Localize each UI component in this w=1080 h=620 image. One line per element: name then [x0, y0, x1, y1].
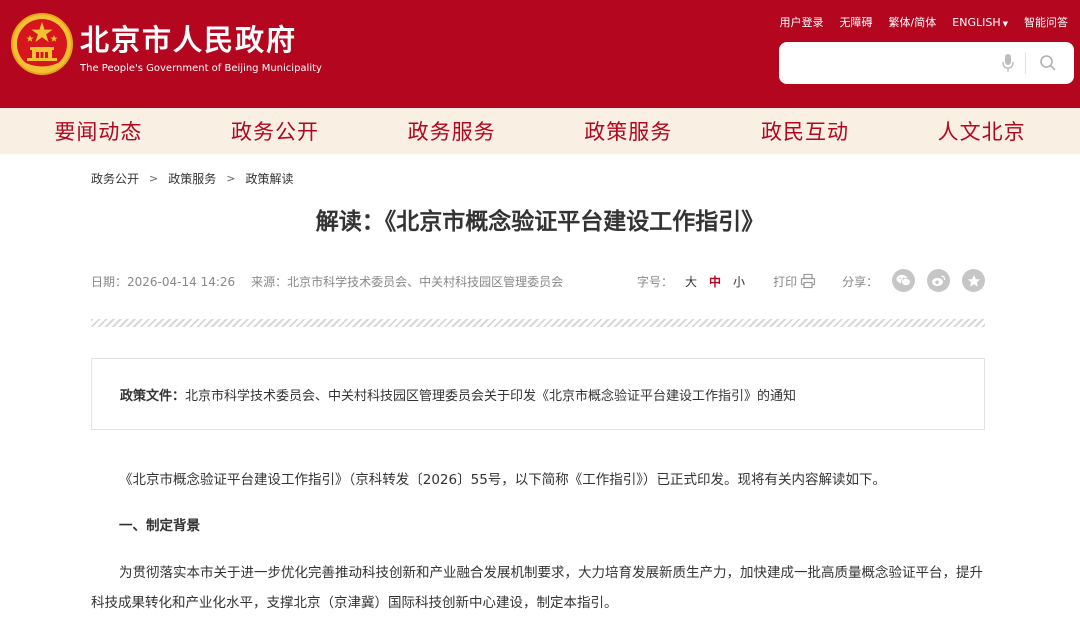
printer-icon [800, 273, 816, 289]
policy-document-label: 政策文件： [120, 388, 186, 404]
caret-down-icon: ▼ [1002, 19, 1008, 28]
font-size-label: 字号： [637, 274, 674, 289]
policy-document-link[interactable]: 北京市科学技术委员会、中关村科技园区管理委员会关于印发《北京市概念验证平台建设工… [185, 385, 796, 404]
decorative-divider [91, 319, 985, 327]
breadcrumb-separator: > [149, 171, 159, 185]
national-emblem-icon[interactable] [10, 12, 74, 76]
source-label: 来源： [251, 274, 288, 289]
breadcrumb-item-policy-services[interactable]: 政策服务 [168, 170, 216, 187]
font-size-control: 字号： 大 中 小 打印 分享： [637, 272, 878, 290]
print-label: 打印 [773, 274, 798, 289]
english-link[interactable]: ENGLISH ▼ [952, 16, 1008, 29]
section-heading: 一、制定背景 [119, 518, 200, 534]
breadcrumb-item-gov-affairs-open[interactable]: 政务公开 [91, 170, 139, 187]
search-box [779, 42, 1074, 84]
site-title-english[interactable]: The People's Government of Beijing Munic… [80, 62, 322, 76]
login-link[interactable]: 用户登录 [780, 14, 824, 30]
font-size-medium-button[interactable]: 中 [709, 273, 721, 290]
date-label: 日期： [91, 274, 128, 289]
article-paragraph: 为贯彻落实本市关于进一步优化完善推动科技创新和产业融合发展机制要求，大力培育发展… [91, 565, 983, 611]
date-value: 2026-04-14 14:26 [127, 274, 236, 289]
font-size-small-button[interactable]: 小 [733, 273, 745, 290]
print-button[interactable]: 打印 [773, 273, 816, 290]
share-label: 分享： [842, 274, 879, 289]
favorite-icon[interactable] [962, 269, 985, 292]
breadcrumb-item-policy-interpretation[interactable]: 政策解读 [245, 170, 293, 187]
accessibility-link[interactable]: 无障碍 [840, 14, 873, 30]
nav-item-news[interactable]: 要闻动态 [11, 116, 186, 146]
source-value: 北京市科学技术委员会、中关村科技园区管理委员会 [287, 274, 564, 289]
traditional-simplified-link[interactable]: 繁体/简体 [889, 14, 937, 30]
search-icon[interactable] [1039, 54, 1057, 72]
breadcrumb-separator: > [226, 171, 236, 185]
nav-item-humanistic-beijing[interactable]: 人文北京 [894, 116, 1069, 146]
article-paragraph: 《北京市概念验证平台建设工作指引》（京科转发〔2026〕55号，以下简称《工作指… [119, 472, 887, 488]
nav-item-gov-services[interactable]: 政务服务 [364, 116, 539, 146]
microphone-icon[interactable] [1001, 53, 1015, 73]
article-date: 日期：2026-04-14 14:26 [91, 273, 235, 290]
smart-qa-link[interactable]: 智能问答 [1024, 14, 1068, 30]
nav-item-policy-services[interactable]: 政策服务 [541, 116, 716, 146]
top-links: 用户登录 无障碍 繁体/简体 ENGLISH ▼ 智能问答 [780, 12, 1068, 32]
article-source: 来源：北京市科学技术委员会、中关村科技园区管理委员会 [251, 273, 563, 290]
font-size-large-button[interactable]: 大 [685, 273, 697, 290]
nav-item-public-interaction[interactable]: 政民互动 [717, 116, 892, 146]
search-divider [1025, 52, 1026, 74]
english-label: ENGLISH [952, 15, 1001, 29]
wechat-icon[interactable] [892, 269, 915, 292]
share-icons [892, 269, 985, 292]
main-nav: 要闻动态 政务公开 政务服务 政策服务 政民互动 人文北京 [0, 108, 1080, 154]
site-header: 北京市人民政府 The People's Government of Beiji… [0, 0, 1080, 108]
nav-item-gov-affairs-open[interactable]: 政务公开 [187, 116, 362, 146]
breadcrumb: 政务公开 > 政策服务 > 政策解读 [91, 170, 293, 186]
site-title[interactable]: 北京市人民政府 [80, 20, 297, 60]
search-input[interactable] [789, 50, 994, 76]
article-meta: 日期：2026-04-14 14:26 来源：北京市科学技术委员会、中关村科技园… [91, 272, 563, 290]
policy-document-box: 政策文件： 北京市科学技术委员会、中关村科技园区管理委员会关于印发《北京市概念验… [91, 358, 985, 430]
weibo-icon[interactable] [927, 269, 950, 292]
article-title: 解读：《北京市概念验证平台建设工作指引》 [315, 209, 765, 235]
